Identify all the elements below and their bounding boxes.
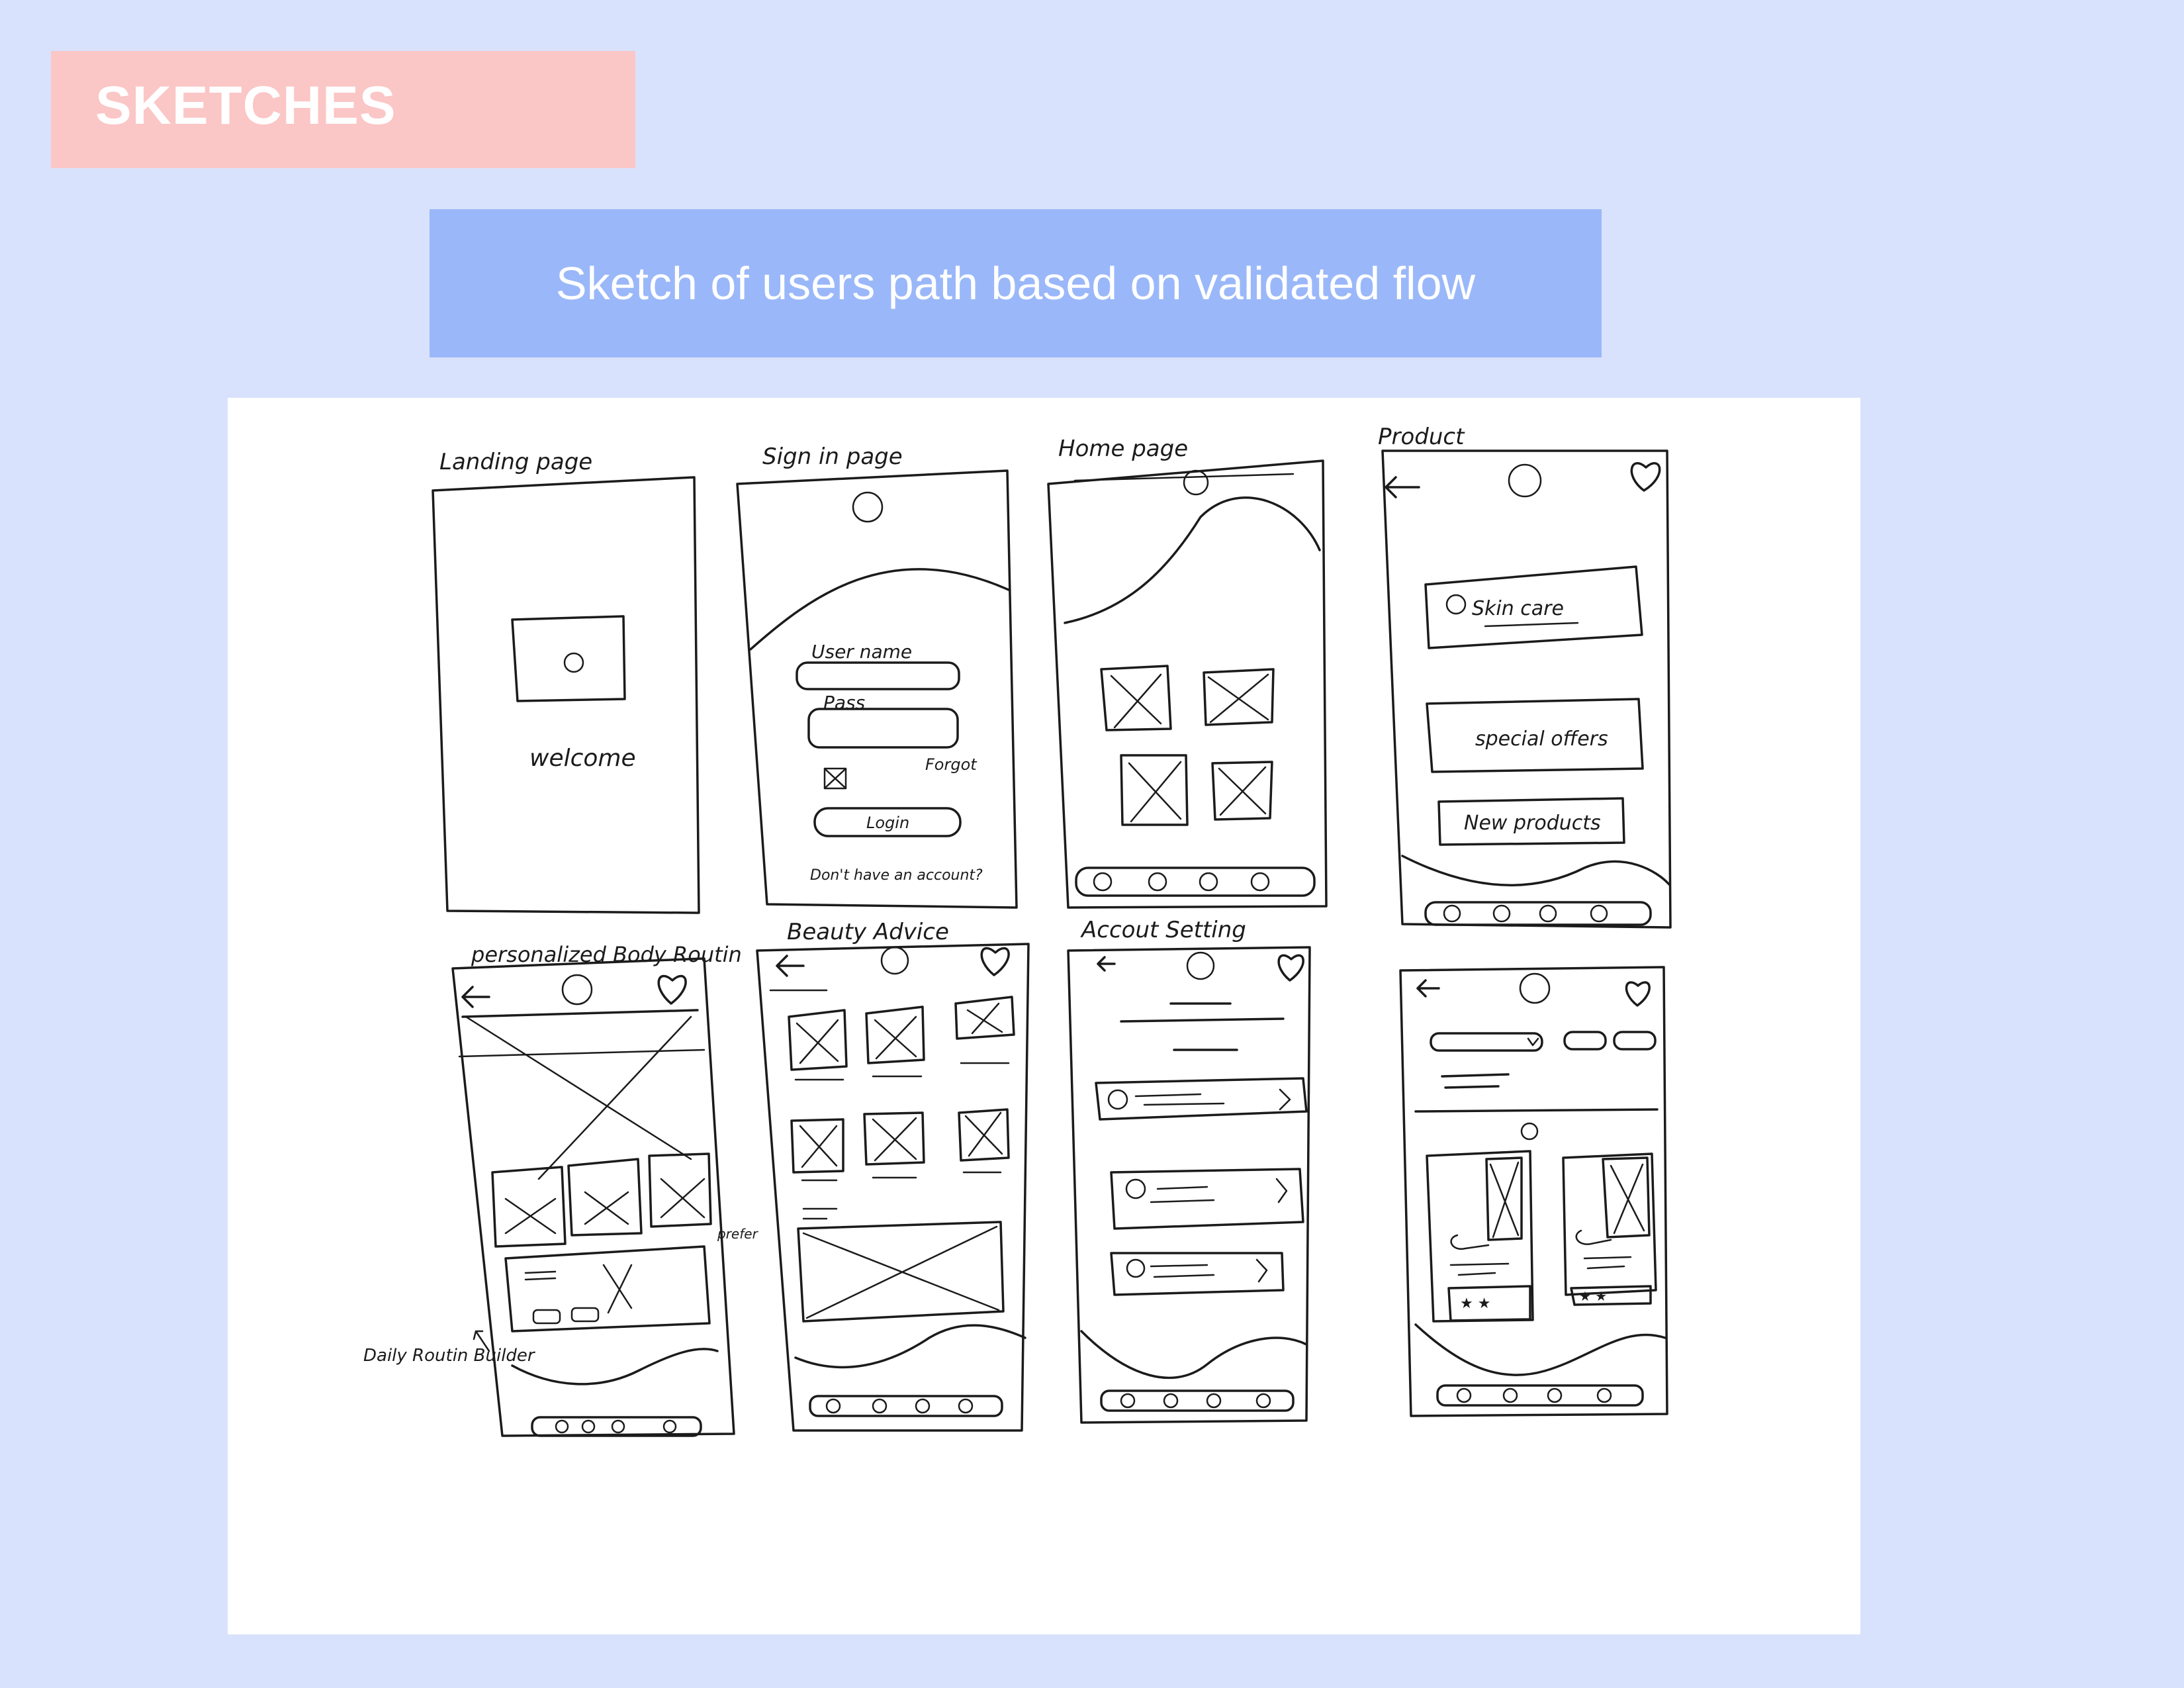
logo-icon bbox=[1519, 972, 1551, 1004]
logo-icon bbox=[563, 652, 584, 673]
sketch-skin-care-text: Skin care bbox=[1472, 597, 1564, 620]
sketch-daily-routine-text: Daily Routin Builder bbox=[363, 1346, 536, 1366]
image-placeholder bbox=[865, 1006, 925, 1064]
page-title: SKETCHES bbox=[95, 75, 396, 136]
logo-icon bbox=[880, 946, 909, 975]
back-arrow-icon bbox=[776, 955, 805, 977]
sketch-special-offers-text: special offers bbox=[1475, 727, 1608, 751]
sketch-routine-page: personalized Body Routin prefer Daily Ro… bbox=[363, 942, 759, 1437]
filter-chip bbox=[1613, 1031, 1657, 1051]
sketch-product-page: Product Skin care special offers New pro… bbox=[1378, 424, 1672, 929]
back-arrow-icon bbox=[1385, 476, 1420, 498]
subtitle-banner: Sketch of users path based on validated … bbox=[430, 209, 1602, 357]
logo-placeholder bbox=[511, 615, 626, 702]
back-arrow-icon bbox=[461, 986, 490, 1008]
sketch-label-advice: Beauty Advice bbox=[787, 919, 949, 945]
sketch-forgot-text: Forgot bbox=[925, 755, 978, 774]
svg-text:★ ★: ★ ★ bbox=[1460, 1295, 1490, 1312]
page-subtitle: Sketch of users path based on validated … bbox=[555, 258, 1476, 309]
heart-icon bbox=[1625, 981, 1651, 1007]
back-arrow-icon bbox=[1416, 979, 1440, 998]
sketch-new-products-text: New products bbox=[1464, 812, 1601, 835]
svg-text:★ ★: ★ ★ bbox=[1579, 1288, 1607, 1304]
sketch-label-home: Home page bbox=[1058, 436, 1188, 462]
sketch-drawing: Landing page welcome Sign in page User n… bbox=[363, 424, 1672, 1437]
image-placeholder bbox=[567, 1158, 643, 1237]
sketch-home-page: Home page bbox=[1047, 436, 1328, 909]
username-field bbox=[796, 661, 960, 690]
sketch-label-signin: Sign in page bbox=[762, 444, 903, 470]
logo-icon bbox=[1186, 951, 1215, 980]
bottom-nav bbox=[1436, 1384, 1644, 1407]
filter-dropdown bbox=[1430, 1032, 1543, 1052]
sketch-no-account-text: Don't have an account? bbox=[810, 867, 983, 884]
routine-builder-card bbox=[504, 1245, 711, 1333]
sketch-login-text: Login bbox=[866, 814, 909, 832]
logo-icon bbox=[1183, 469, 1209, 496]
product-card bbox=[1562, 1152, 1657, 1296]
sketch-username-label: User name bbox=[811, 641, 912, 663]
sketch-advice-page: Beauty Advice bbox=[756, 919, 1030, 1432]
account-option-card bbox=[1110, 1168, 1304, 1230]
password-field bbox=[807, 708, 959, 749]
sketch-landing-page: Landing page welcome bbox=[432, 449, 700, 914]
sketch-welcome-text: welcome bbox=[529, 745, 636, 772]
sketch-account-page: Accout Setting bbox=[1067, 917, 1311, 1424]
logo-icon bbox=[852, 491, 884, 523]
sketch-prefer-text: prefer bbox=[717, 1226, 759, 1242]
image-placeholder bbox=[954, 996, 1015, 1040]
bottom-nav bbox=[809, 1395, 1003, 1417]
filter-chip bbox=[1563, 1031, 1607, 1051]
sketch-label-account: Accout Setting bbox=[1080, 917, 1246, 943]
sketch-password-label: Pass bbox=[823, 692, 865, 714]
title-banner: SKETCHES bbox=[51, 51, 635, 168]
sketch-panel: Landing page welcome Sign in page User n… bbox=[228, 398, 1860, 1634]
logo-icon bbox=[561, 974, 593, 1006]
logo-icon bbox=[1508, 463, 1542, 498]
sketch-label-landing: Landing page bbox=[439, 449, 592, 475]
sketch-signin-page: Sign in page User name Pass Forgot Login… bbox=[736, 444, 1018, 909]
image-placeholder bbox=[491, 1166, 567, 1248]
heart-icon bbox=[1277, 954, 1304, 982]
back-arrow-icon bbox=[1097, 956, 1116, 972]
heart-icon bbox=[980, 947, 1010, 976]
sketch-products-list-page: ★ ★ ★ ★ bbox=[1399, 966, 1668, 1417]
heart-icon bbox=[657, 974, 687, 1005]
sketch-label-product: Product bbox=[1378, 424, 1465, 450]
heart-icon bbox=[1630, 462, 1661, 492]
